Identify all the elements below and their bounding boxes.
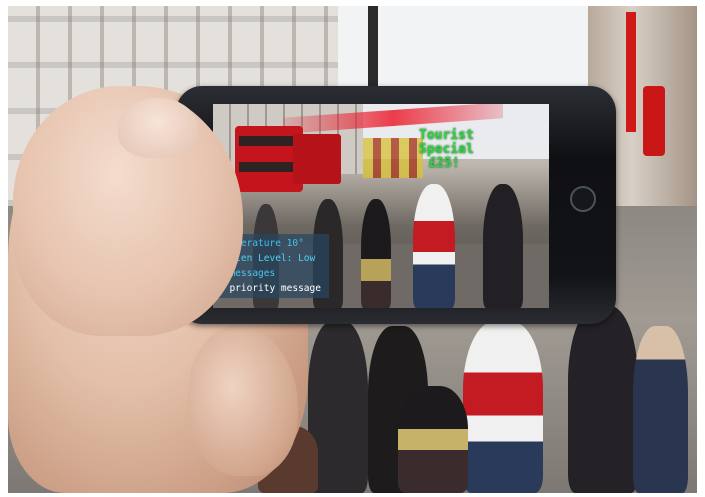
- red-sign: [626, 12, 636, 132]
- offer-line-1: Tourist: [419, 128, 474, 143]
- street-pole: [368, 6, 378, 91]
- photo-scene: Tourist Special £25! Temperature 10° Pol…: [8, 6, 697, 493]
- thumbnail: [118, 98, 198, 158]
- screen-person: [483, 184, 523, 308]
- offer-line-2: Special: [419, 142, 474, 157]
- shop-signs: [363, 138, 423, 178]
- red-sign-secondary: [643, 86, 665, 156]
- person: [398, 386, 468, 493]
- person: [633, 326, 688, 493]
- phone-screen: Tourist Special £25! Temperature 10° Pol…: [213, 104, 549, 308]
- screen-person: [413, 184, 455, 308]
- home-button-icon[interactable]: [570, 186, 596, 212]
- red-bus-second: [293, 134, 341, 184]
- screen-person: [361, 199, 391, 308]
- person: [568, 306, 638, 493]
- person: [463, 321, 543, 493]
- priority-message-text[interactable]: 1 priority message: [218, 281, 326, 296]
- ar-offer-label: Tourist Special £25!: [419, 128, 474, 171]
- offer-line-3: £25!: [428, 156, 460, 171]
